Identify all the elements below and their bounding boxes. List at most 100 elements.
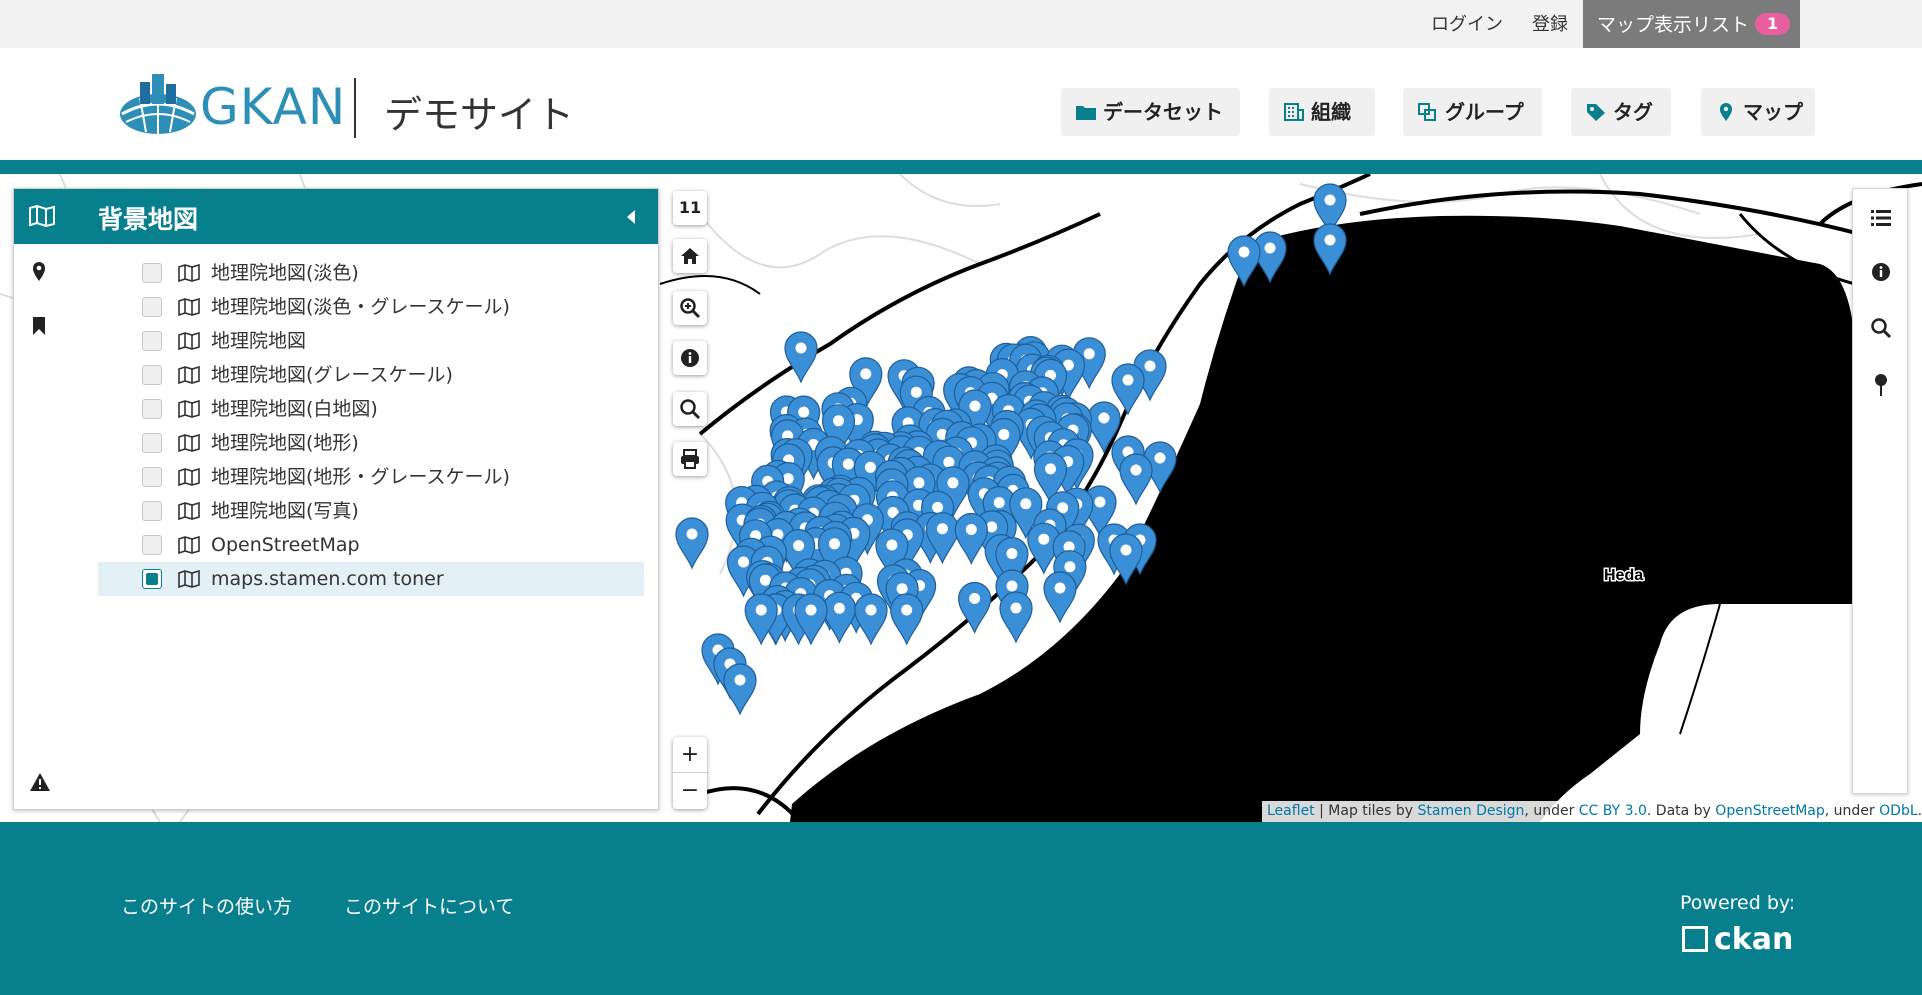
list-icon[interactable] [1870, 207, 1892, 229]
print-button[interactable] [673, 442, 707, 476]
layer-item[interactable]: 地理院地図(淡色) [98, 256, 644, 290]
layer-checkbox-checked[interactable] [142, 569, 162, 589]
logo-text[interactable]: GKAN [200, 78, 346, 136]
site-title[interactable]: デモサイト [384, 84, 574, 139]
layer-sidebar: 背景地図 地理院地図(淡色) 地理院地図(淡色・グレースケール) 地理院地図 地… [13, 188, 659, 810]
bookmark-icon[interactable] [32, 316, 46, 336]
layer-label: 地理院地図(グレースケール) [211, 364, 453, 386]
layer-label: 地理院地図(淡色) [211, 262, 359, 284]
map-list-count-badge: 1 [1755, 13, 1791, 35]
right-tool-rail [1852, 188, 1908, 794]
nav-map[interactable]: マップ [1701, 88, 1815, 136]
warning-icon[interactable] [29, 772, 51, 792]
layer-checkbox[interactable] [142, 535, 162, 555]
home-button[interactable] [673, 239, 707, 273]
map-icon [178, 298, 200, 316]
layer-item[interactable]: 地理院地図 [98, 324, 644, 358]
map-icon [178, 264, 200, 282]
map-icon [178, 366, 200, 384]
map-list-label: マップ表示リスト [1597, 14, 1750, 36]
header-stripe [0, 160, 1922, 174]
building-icon [1284, 103, 1304, 121]
nav-organizations-label: 組織 [1311, 100, 1351, 124]
layer-label: 地理院地図(淡色・グレースケール) [211, 296, 510, 318]
map-icon [178, 434, 200, 452]
layer-item[interactable]: 地理院地図(地形) [98, 426, 644, 460]
layer-item[interactable]: 地理院地図(淡色・グレースケール) [98, 290, 644, 324]
map-list-button[interactable]: マップ表示リスト 1 [1583, 0, 1800, 48]
logo-divider [354, 78, 356, 138]
ckan-logo[interactable]: ckan [1682, 922, 1793, 957]
tag-icon [1587, 104, 1605, 121]
print-icon [681, 449, 699, 469]
sidebar-title: 背景地図 [98, 205, 199, 234]
search-button[interactable] [673, 392, 707, 426]
layer-checkbox[interactable] [142, 399, 162, 419]
zoom-area-button[interactable] [673, 291, 707, 325]
layer-checkbox[interactable] [142, 331, 162, 351]
ccby-link[interactable]: CC BY 3.0 [1579, 803, 1647, 819]
sidebar-tabs [14, 244, 70, 810]
attr-text-4: , under [1824, 803, 1880, 819]
layer-item[interactable]: 地理院地図(写真) [98, 494, 644, 528]
layer-checkbox[interactable] [142, 467, 162, 487]
search-icon[interactable] [1870, 317, 1892, 339]
home-icon [681, 248, 699, 264]
footer-link-howto[interactable]: このサイトの使い方 [121, 892, 292, 919]
info-icon[interactable] [1870, 261, 1892, 283]
map-icon[interactable] [28, 204, 56, 228]
nav-tags[interactable]: タグ [1571, 88, 1671, 136]
map-icon [178, 502, 200, 520]
map-marker-icon[interactable] [31, 260, 47, 282]
nav-datasets[interactable]: データセット [1061, 88, 1240, 136]
nav-datasets-label: データセット [1103, 100, 1223, 124]
zoom-control: + − [673, 737, 707, 809]
odbl-link[interactable]: ODbL [1879, 803, 1918, 819]
sidebar-header: 背景地図 [14, 189, 658, 244]
pushpin-icon[interactable] [1870, 373, 1892, 397]
layer-item[interactable]: 地理院地図(地形・グレースケール) [98, 460, 644, 494]
nav-groups[interactable]: グループ [1403, 88, 1542, 136]
layer-item[interactable]: OpenStreetMap [98, 528, 644, 562]
stamen-link[interactable]: Stamen Design [1418, 803, 1525, 819]
layer-label: 地理院地図 [211, 330, 307, 352]
map-icon [178, 332, 200, 350]
zoom-out-button[interactable]: − [673, 773, 707, 809]
layer-item[interactable]: 地理院地図(グレースケール) [98, 358, 644, 392]
ckan-logo-icon [1682, 926, 1708, 952]
attr-text-5: . [1917, 803, 1922, 819]
ckan-logo-text: ckan [1714, 922, 1794, 957]
info-button[interactable] [673, 341, 707, 375]
nav-map-label: マップ [1743, 100, 1803, 124]
login-link[interactable]: ログイン [1431, 0, 1503, 48]
leaflet-link[interactable]: Leaflet [1267, 803, 1315, 819]
layer-checkbox[interactable] [142, 297, 162, 317]
zoom-in-button[interactable]: + [673, 737, 707, 773]
search-icon [680, 399, 701, 420]
footer-link-about[interactable]: このサイトについて [344, 892, 514, 919]
map-pin-icon [1720, 103, 1732, 121]
layer-checkbox[interactable] [142, 365, 162, 385]
attr-text-1: | Map tiles by [1314, 803, 1418, 819]
nav-tags-label: タグ [1613, 100, 1653, 124]
account-bar: ログイン 登録 マップ表示リスト 1 [0, 0, 1922, 48]
map-icon [178, 536, 200, 554]
zoom-in-magnifier-icon [680, 298, 701, 319]
collapse-caret-icon[interactable] [625, 208, 637, 226]
site-footer: このサイトの使い方 このサイトについて Powered by: ckan [0, 822, 1922, 995]
layer-item[interactable]: 地理院地図(白地図) [98, 392, 644, 426]
powered-by-label: Powered by: [1680, 892, 1796, 914]
site-header: GKAN デモサイト データセット 組織 グループ タグ マップ [0, 48, 1922, 160]
layer-checkbox[interactable] [142, 433, 162, 453]
layer-checkbox[interactable] [142, 501, 162, 521]
layer-item-selected[interactable]: maps.stamen.com toner [98, 562, 644, 596]
map-icon [178, 570, 200, 588]
layer-checkbox[interactable] [142, 263, 162, 283]
zoom-level-display: 11 [673, 191, 707, 225]
base-layer-list: 地理院地図(淡色) 地理院地図(淡色・グレースケール) 地理院地図 地理院地図(… [98, 256, 644, 596]
layer-label: OpenStreetMap [211, 534, 360, 556]
nav-organizations[interactable]: 組織 [1269, 88, 1375, 136]
osm-link[interactable]: OpenStreetMap [1715, 803, 1824, 819]
register-link[interactable]: 登録 [1532, 0, 1568, 48]
map-icon [178, 400, 200, 418]
